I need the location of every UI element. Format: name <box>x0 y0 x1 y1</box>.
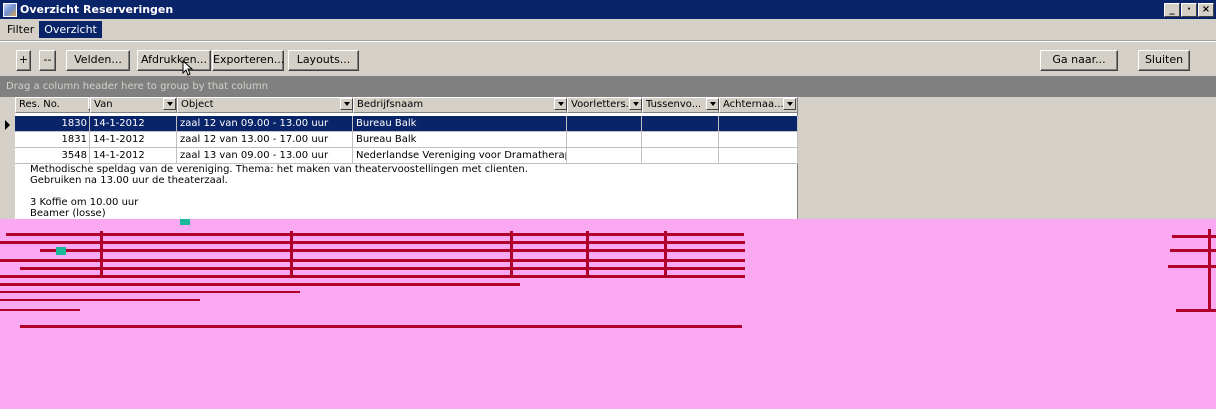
cell-resno: 1830 <box>15 116 90 132</box>
table-row[interactable]: 3548 14-1-2012 zaal 13 van 09.00 - 13.00… <box>15 148 798 164</box>
detail-line: Gebruiken na 13.00 uur de theaterzaal. <box>30 175 228 186</box>
row-selector-column <box>0 97 15 219</box>
cell-bedrijfsnaam: Bureau Balk <box>353 116 567 132</box>
detail-line: Beamer (losse) <box>30 208 106 219</box>
tussenvoegsel-filter-icon[interactable] <box>706 98 719 110</box>
bedrijfsnaam-filter-icon[interactable] <box>554 98 567 110</box>
column-header-object[interactable]: Object <box>177 97 353 113</box>
toolbar: + -- Velden... Afdrukken... Exporteren..… <box>0 42 1216 76</box>
cell-object: zaal 12 van 09.00 - 13.00 uur <box>177 116 353 132</box>
cell-voorletters <box>567 116 642 132</box>
close-button[interactable]: × <box>1198 2 1214 17</box>
menu-overzicht[interactable]: Overzicht <box>39 21 102 38</box>
collapse-button[interactable]: -- <box>39 50 56 71</box>
afdrukken-button[interactable]: Afdrukken... <box>137 50 211 71</box>
rendering-artifact-area <box>0 219 1216 409</box>
table-row[interactable]: 1830 14-1-2012 zaal 12 van 09.00 - 13.00… <box>15 116 798 132</box>
cell-resno: 3548 <box>15 148 90 164</box>
cell-tussenvoegsel <box>642 116 719 132</box>
menu-filter[interactable]: Filter <box>2 21 39 38</box>
column-header-resno[interactable]: Res. No. <box>15 97 90 113</box>
mouse-cursor-icon <box>182 60 194 76</box>
app-icon <box>3 2 17 17</box>
cell-voorletters <box>567 132 642 148</box>
group-by-panel[interactable]: Drag a column header here to group by th… <box>0 76 1216 97</box>
cell-van: 14-1-2012 <box>90 132 177 148</box>
object-filter-icon[interactable] <box>340 98 353 110</box>
cell-bedrijfsnaam: Bureau Balk <box>353 132 567 148</box>
cell-voorletters <box>567 148 642 164</box>
title-bar: Overzicht Reserveringen _ · × <box>0 0 1216 19</box>
exporteren-button[interactable]: Exporteren... <box>212 50 284 71</box>
restore-button[interactable]: · <box>1181 2 1197 17</box>
detail-line: 3 Koffie om 10.00 uur <box>30 197 139 208</box>
sluiten-button[interactable]: Sluiten <box>1138 50 1190 71</box>
grid-area: Res. No. Van Object Bedrijfsnaam Voorlet… <box>0 97 1216 219</box>
cell-resno: 1831 <box>15 132 90 148</box>
cell-van: 14-1-2012 <box>90 148 177 164</box>
column-header-bedrijfsnaam[interactable]: Bedrijfsnaam <box>353 97 567 113</box>
window-title: Overzicht Reserveringen <box>20 3 174 16</box>
achternaam-filter-icon[interactable] <box>783 98 796 110</box>
van-filter-icon[interactable] <box>163 98 176 110</box>
velden-button[interactable]: Velden... <box>66 50 130 71</box>
cell-achternaam <box>719 116 798 132</box>
menu-bar: Filter Overzicht <box>0 19 1216 41</box>
ga-naar-button[interactable]: Ga naar... <box>1040 50 1118 71</box>
cell-tussenvoegsel <box>642 132 719 148</box>
cell-object: zaal 13 van 09.00 - 13.00 uur <box>177 148 353 164</box>
reservation-detail-notes: Methodische speldag van de vereniging. T… <box>15 164 797 219</box>
expand-button[interactable]: + <box>16 50 31 71</box>
cell-tussenvoegsel <box>642 148 719 164</box>
table-row[interactable]: 1831 14-1-2012 zaal 12 van 13.00 - 17.00… <box>15 132 798 148</box>
cell-van: 14-1-2012 <box>90 116 177 132</box>
voorletters-filter-icon[interactable] <box>629 98 642 110</box>
reservations-grid: Res. No. Van Object Bedrijfsnaam Voorlet… <box>15 97 798 219</box>
current-row-indicator-icon <box>0 117 15 133</box>
layouts-button[interactable]: Layouts... <box>288 50 359 71</box>
cell-object: zaal 12 van 13.00 - 17.00 uur <box>177 132 353 148</box>
cell-achternaam <box>719 132 798 148</box>
minimize-button[interactable]: _ <box>1164 2 1180 17</box>
cell-achternaam <box>719 148 798 164</box>
cell-bedrijfsnaam: Nederlandse Vereniging voor Dramatherapi… <box>353 148 567 164</box>
detail-line: Methodische speldag van de vereniging. T… <box>30 164 528 175</box>
